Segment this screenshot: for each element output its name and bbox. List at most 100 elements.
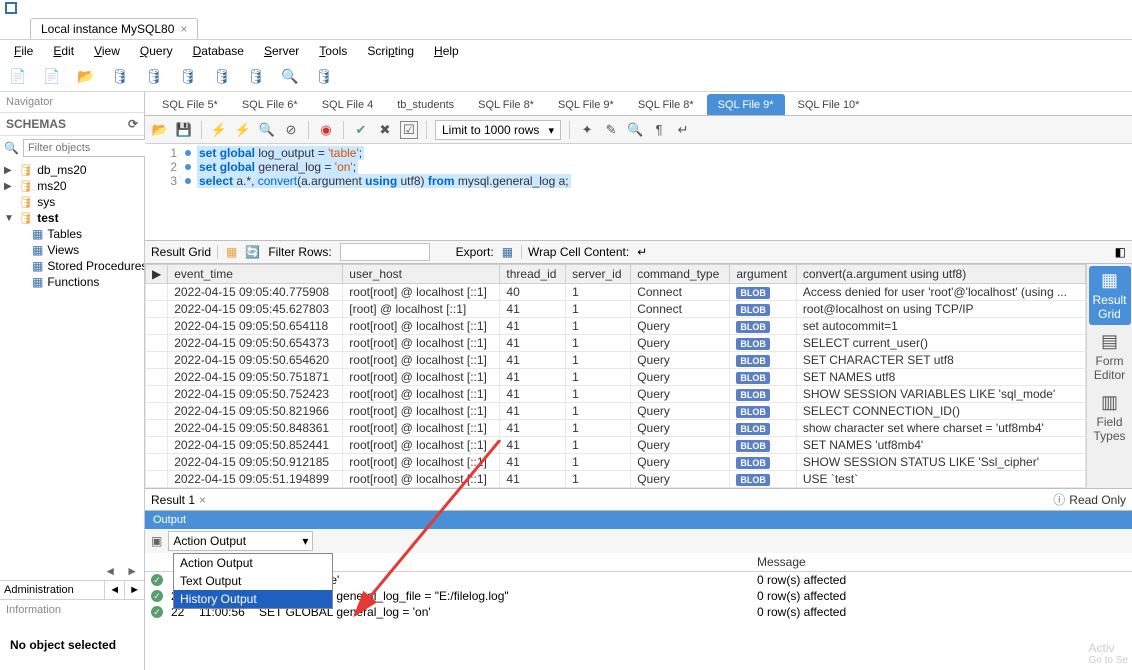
- table-row[interactable]: 2022-04-15 09:05:50.654620root[root] @ l…: [146, 352, 1086, 369]
- db-add-icon[interactable]: 🛢: [178, 67, 198, 87]
- table-row[interactable]: 2022-04-15 09:05:50.848361root[root] @ l…: [146, 420, 1086, 437]
- menu-file[interactable]: File: [6, 42, 41, 60]
- table-row[interactable]: 2022-04-15 09:05:50.821966root[root] @ l…: [146, 403, 1086, 420]
- file-tab[interactable]: SQL File 6*: [231, 94, 309, 115]
- column-header[interactable]: user_host: [343, 265, 500, 284]
- menu-scripting[interactable]: Scripting: [359, 42, 422, 60]
- table-row[interactable]: 2022-04-15 09:05:40.775908root[root] @ l…: [146, 284, 1086, 301]
- save-file-icon[interactable]: 💾: [175, 121, 193, 139]
- table-row[interactable]: 2022-04-15 09:05:50.912185root[root] @ l…: [146, 454, 1086, 471]
- output-toggle-icon[interactable]: ▣: [151, 534, 162, 548]
- file-tab[interactable]: SQL File 4: [311, 94, 385, 115]
- open-file-icon[interactable]: 📂: [151, 121, 169, 139]
- export-icon[interactable]: ▦: [502, 245, 513, 259]
- execute-icon[interactable]: ⚡: [210, 121, 228, 139]
- table-row[interactable]: 2022-04-15 09:05:51.194899root[root] @ l…: [146, 471, 1086, 488]
- file-tab[interactable]: tb_students: [386, 94, 465, 115]
- file-tab[interactable]: SQL File 8*: [467, 94, 545, 115]
- column-header[interactable]: command_type: [631, 265, 730, 284]
- autocommit-icon[interactable]: ☑: [400, 121, 418, 139]
- rollback-icon[interactable]: ✖: [376, 121, 394, 139]
- invisible-icon[interactable]: ¶: [650, 121, 668, 139]
- menu-help[interactable]: Help: [426, 42, 467, 60]
- menu-view[interactable]: View: [86, 42, 128, 60]
- tree-item-stored-procedures[interactable]: ▦Stored Procedures: [0, 258, 144, 274]
- inspector-icon[interactable]: 🛢: [110, 67, 130, 87]
- output-header: Output: [145, 511, 1132, 529]
- connection-tab[interactable]: Local instance MySQL80 ×: [30, 18, 198, 39]
- file-tab[interactable]: SQL File 10*: [787, 94, 871, 115]
- tree-item-tables[interactable]: ▦Tables: [0, 226, 144, 242]
- menu-query[interactable]: Query: [132, 42, 181, 60]
- column-header[interactable]: convert(a.argument using utf8): [796, 265, 1085, 284]
- tree-item-sys[interactable]: 🛢sys: [0, 194, 144, 210]
- result-grid-button[interactable]: ▦Result Grid: [1089, 266, 1131, 325]
- table-row[interactable]: 2022-04-15 09:05:50.654373root[root] @ l…: [146, 335, 1086, 352]
- output-option-text[interactable]: Text Output: [174, 572, 332, 590]
- field-types-button[interactable]: ▥Field Types: [1089, 388, 1131, 447]
- menu-edit[interactable]: Edit: [45, 42, 82, 60]
- filter-rows-input[interactable]: [340, 243, 430, 261]
- close-result-icon[interactable]: ×: [199, 493, 206, 507]
- tree-item-ms20[interactable]: ▶🛢ms20: [0, 178, 144, 194]
- brush-icon[interactable]: ✎: [602, 121, 620, 139]
- stop-on-error-icon[interactable]: ⊘: [282, 121, 300, 139]
- result-grid[interactable]: ▶event_timeuser_hostthread_idserver_idco…: [145, 264, 1086, 488]
- output-option-action[interactable]: Action Output: [174, 554, 332, 572]
- column-header[interactable]: event_time: [168, 265, 343, 284]
- db-icon[interactable]: 🛢: [144, 67, 164, 87]
- limit-select[interactable]: Limit to 1000 rows ▾: [435, 120, 561, 140]
- stop-icon[interactable]: ◉: [317, 121, 335, 139]
- close-icon[interactable]: ×: [180, 22, 187, 36]
- result-tab[interactable]: Result 1: [151, 493, 195, 507]
- sql-editor[interactable]: 1set global log_output = 'table';2set gl…: [145, 144, 1132, 190]
- menu-tools[interactable]: Tools: [311, 42, 355, 60]
- administration-tab[interactable]: Administration: [0, 581, 105, 599]
- tree-item-test[interactable]: ▼🛢test: [0, 210, 144, 226]
- output-select[interactable]: Action Output▾: [168, 531, 313, 551]
- file-tab[interactable]: SQL File 9*: [707, 94, 785, 115]
- filter-rows-label: Filter Rows:: [268, 245, 331, 259]
- column-header[interactable]: thread_id: [500, 265, 566, 284]
- file-tab[interactable]: SQL File 9*: [547, 94, 625, 115]
- execute-current-icon[interactable]: ⚡: [234, 121, 252, 139]
- form-editor-button[interactable]: ▤Form Editor: [1089, 327, 1131, 386]
- nav-tab-right-icon[interactable]: ►: [125, 581, 144, 599]
- find-icon[interactable]: 🔍: [626, 121, 644, 139]
- toggle-panel-icon[interactable]: ◧: [1115, 245, 1126, 259]
- dashboard-icon[interactable]: 🛢: [314, 67, 334, 87]
- new-sql-plus-icon[interactable]: 📄: [42, 67, 62, 87]
- grid-view-icon[interactable]: ▦: [226, 245, 237, 259]
- file-tab[interactable]: SQL File 5*: [151, 94, 229, 115]
- explain-icon[interactable]: 🔍: [258, 121, 276, 139]
- success-icon: ✓: [151, 590, 163, 602]
- commit-icon[interactable]: ✔: [352, 121, 370, 139]
- beautify-icon[interactable]: ✦: [578, 121, 596, 139]
- db-migrate-icon[interactable]: 🛢: [246, 67, 266, 87]
- nav-tab-left-icon[interactable]: ◄: [105, 581, 125, 599]
- table-row[interactable]: 2022-04-15 09:05:50.751871root[root] @ l…: [146, 369, 1086, 386]
- tree-item-db-ms20[interactable]: ▶🛢db_ms20: [0, 162, 144, 178]
- file-tab[interactable]: SQL File 8*: [627, 94, 705, 115]
- db-search-icon[interactable]: 🔍: [280, 67, 300, 87]
- table-row[interactable]: 2022-04-15 09:05:50.752423root[root] @ l…: [146, 386, 1086, 403]
- table-row[interactable]: 2022-04-15 09:05:50.654118root[root] @ l…: [146, 318, 1086, 335]
- new-sql-icon[interactable]: 📄: [8, 67, 28, 87]
- open-sql-icon[interactable]: 📂: [76, 67, 96, 87]
- table-row[interactable]: 2022-04-15 09:05:50.852441root[root] @ l…: [146, 437, 1086, 454]
- table-row[interactable]: 2022-04-15 09:05:45.627803[root] @ local…: [146, 301, 1086, 318]
- menu-server[interactable]: Server: [256, 42, 307, 60]
- refresh-result-icon[interactable]: 🔄: [245, 245, 260, 259]
- wrap-cell-icon[interactable]: ↵: [637, 245, 647, 259]
- nav-arrows: ◄ ►: [0, 562, 144, 580]
- db-sync-icon[interactable]: 🛢: [212, 67, 232, 87]
- column-header[interactable]: argument: [730, 265, 796, 284]
- tree-item-functions[interactable]: ▦Functions: [0, 274, 144, 290]
- tree-item-views[interactable]: ▦Views: [0, 242, 144, 258]
- refresh-icon[interactable]: ⟳: [128, 117, 138, 131]
- column-header[interactable]: server_id: [566, 265, 631, 284]
- output-option-history[interactable]: History Output: [174, 590, 332, 608]
- menu-database[interactable]: Database: [185, 42, 252, 60]
- wrap-icon[interactable]: ↵: [674, 121, 692, 139]
- filter-row: 🔍: [0, 136, 144, 160]
